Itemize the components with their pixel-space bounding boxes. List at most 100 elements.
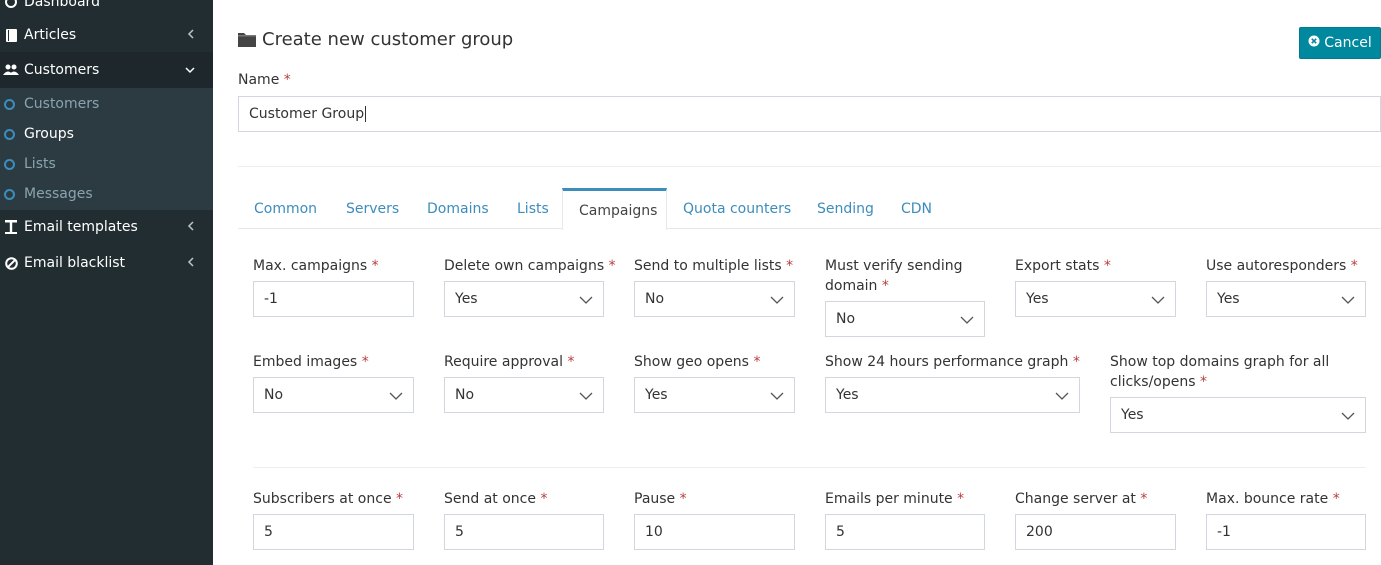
- text-caret: [365, 106, 367, 122]
- field-label: Max. bounce rate *: [1206, 491, 1340, 507]
- tab-quota-counters[interactable]: Quota counters: [667, 188, 807, 229]
- tab-label: Quota counters: [683, 200, 792, 217]
- chevron-down-icon: [770, 293, 784, 309]
- tab-sending[interactable]: Sending: [801, 188, 890, 229]
- sidebar-item-label: Articles: [24, 27, 77, 43]
- field-send-to-multiple-lists: Send to multiple lists *: [634, 256, 793, 276]
- divider: [253, 467, 1366, 468]
- field-show-24-hours-performance-graph: Show 24 hours performance graph *: [825, 352, 1080, 372]
- emails-per-minute-input[interactable]: 5: [825, 514, 985, 550]
- sidebar: Dashboard Articles Customers Customers G…: [0, 0, 213, 565]
- tab-label: Campaigns: [579, 202, 658, 219]
- field-label: Must verify sending: [825, 258, 963, 274]
- chevron-down-icon: [389, 389, 403, 405]
- tab-label: CDN: [901, 200, 933, 217]
- field-send-at-once: Send at once *: [444, 489, 547, 509]
- pause-input[interactable]: 10: [634, 514, 795, 550]
- page-title-text: Create new customer group: [262, 28, 514, 50]
- use-autoresponders-select[interactable]: Yes: [1206, 281, 1366, 317]
- tab-campaigns[interactable]: Campaigns: [562, 188, 667, 230]
- sidebar-item-articles[interactable]: Articles: [0, 17, 213, 53]
- field-label: Embed images *: [253, 354, 369, 370]
- field-subscribers-at-once: Subscribers at once *: [253, 489, 403, 509]
- chevron-down-icon: [185, 63, 195, 78]
- field-show-top-domains-graph: Show top domains graph for all clicks/op…: [1110, 352, 1329, 392]
- send-at-once-input[interactable]: 5: [444, 514, 604, 550]
- tab-cdn[interactable]: CDN: [885, 188, 948, 229]
- users-icon: [0, 64, 22, 76]
- show-geo-opens-select[interactable]: Yes: [634, 377, 795, 413]
- show-24-hours-performance-graph-select[interactable]: Yes: [825, 377, 1080, 413]
- cancel-button[interactable]: Cancel: [1299, 27, 1381, 59]
- name-input[interactable]: Customer Group: [238, 96, 1381, 132]
- subscribers-at-once-input[interactable]: 5: [253, 514, 414, 550]
- tab-label: Lists: [517, 200, 549, 217]
- dashboard-icon: [0, 0, 22, 8]
- tab-label: Servers: [346, 200, 400, 217]
- tab-common[interactable]: Common: [238, 188, 333, 229]
- field-label: Use autoresponders *: [1206, 258, 1358, 274]
- book-icon: [0, 28, 22, 42]
- circle-icon: [4, 98, 15, 110]
- field-embed-images: Embed images *: [253, 352, 369, 372]
- circle-icon: [4, 188, 15, 200]
- chevron-down-icon: [960, 313, 974, 329]
- field-label: Require approval *: [444, 354, 575, 370]
- sidebar-item-label: Email templates: [24, 219, 138, 235]
- field-label: Emails per minute *: [825, 491, 965, 507]
- sidebar-item-email-templates[interactable]: Email templates: [0, 209, 213, 245]
- change-server-at-input[interactable]: 200: [1015, 514, 1176, 550]
- tab-lists[interactable]: Lists: [501, 188, 565, 229]
- sidebar-item-label: Email blacklist: [24, 255, 126, 271]
- sidebar-subitem-label: Groups: [24, 126, 74, 142]
- field-require-approval: Require approval *: [444, 352, 574, 372]
- chevron-down-icon: [770, 389, 784, 405]
- sidebar-subitem-groups[interactable]: Groups: [0, 119, 213, 149]
- chevron-left-icon: [187, 220, 195, 235]
- field-label: Show top domains graph for all: [1110, 354, 1330, 370]
- max-bounce-rate-input[interactable]: -1: [1206, 514, 1366, 550]
- tab-servers[interactable]: Servers: [330, 188, 415, 229]
- field-max-campaigns: Max. campaigns *: [253, 256, 379, 276]
- sidebar-item-email-blacklist[interactable]: Email blacklist: [0, 245, 213, 281]
- send-to-multiple-lists-select[interactable]: No: [634, 281, 795, 317]
- field-must-verify-sending-domain: Must verify sending domain *: [825, 256, 962, 296]
- sidebar-subitem-messages[interactable]: Messages: [0, 179, 213, 209]
- field-label: Send at once *: [444, 491, 548, 507]
- sidebar-item-customers[interactable]: Customers: [0, 52, 213, 88]
- sidebar-subitem-label: Messages: [24, 186, 93, 202]
- chevron-down-icon: [1341, 293, 1355, 309]
- sidebar-subitem-lists[interactable]: Lists: [0, 149, 213, 179]
- circle-icon: [4, 128, 15, 140]
- field-label: Change server at *: [1015, 491, 1148, 507]
- tab-label: Sending: [817, 200, 874, 217]
- chevron-down-icon: [1341, 409, 1355, 425]
- require-approval-select[interactable]: No: [444, 377, 604, 413]
- sidebar-subitem-label: Lists: [24, 156, 56, 172]
- chevron-left-icon: [187, 256, 195, 271]
- chevron-down-icon: [1151, 293, 1165, 309]
- chevron-down-icon: [1055, 389, 1069, 405]
- name-input-value: Customer Group: [249, 106, 365, 122]
- sidebar-item-label: Customers: [24, 62, 100, 78]
- delete-own-campaigns-select[interactable]: Yes: [444, 281, 604, 317]
- field-label: Send to multiple lists *: [634, 258, 794, 274]
- must-verify-sending-domain-select[interactable]: No: [825, 301, 985, 337]
- name-label: Name *: [238, 72, 291, 88]
- sidebar-subitem-customers[interactable]: Customers: [0, 89, 213, 119]
- text-icon: [0, 220, 22, 234]
- max-campaigns-input[interactable]: -1: [253, 281, 414, 317]
- embed-images-select[interactable]: No: [253, 377, 414, 413]
- field-export-stats: Export stats *: [1015, 256, 1111, 276]
- export-stats-select[interactable]: Yes: [1015, 281, 1176, 317]
- tab-label: Domains: [427, 200, 489, 217]
- tab-label: Common: [254, 200, 318, 217]
- field-max-bounce-rate: Max. bounce rate *: [1206, 489, 1340, 509]
- sidebar-subitem-label: Customers: [24, 96, 100, 112]
- field-label: domain *: [825, 278, 889, 294]
- show-top-domains-graph-select[interactable]: Yes: [1110, 397, 1366, 433]
- field-label: Delete own campaigns *: [444, 258, 616, 274]
- field-label: Show geo opens *: [634, 354, 761, 370]
- tab-domains[interactable]: Domains: [411, 188, 505, 229]
- chevron-left-icon: [187, 28, 195, 43]
